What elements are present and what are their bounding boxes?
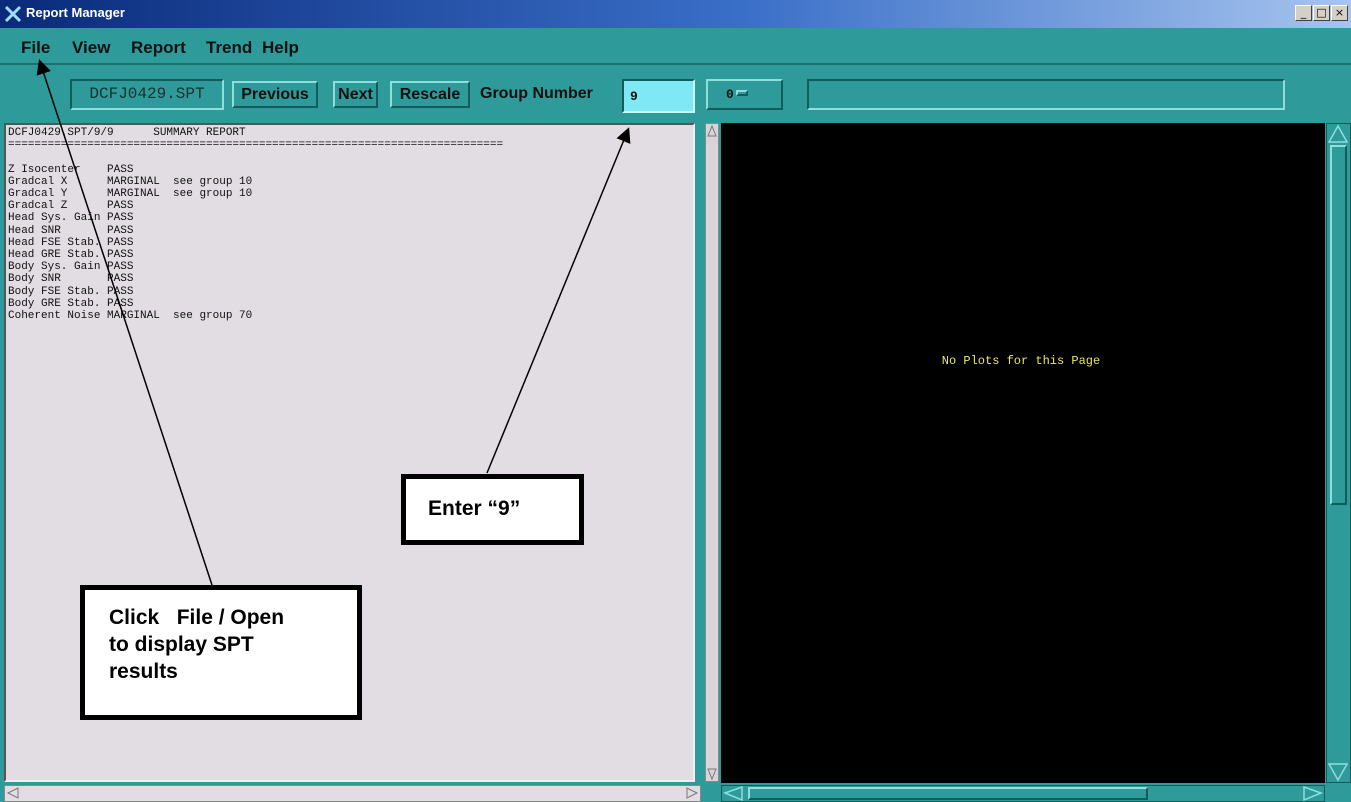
group-number-label: Group Number (480, 85, 593, 102)
report-row-status: PASS (107, 212, 174, 225)
report-row: Gradcal Y MARGINAL see group 10 (8, 188, 252, 200)
plot-canvas (721, 123, 1325, 783)
plot-vertical-scroll-thumb[interactable] (1330, 145, 1347, 505)
title-bar[interactable] (0, 0, 1351, 28)
callout-line: Click File / Open (109, 606, 285, 629)
maximize-button[interactable]: □ (1313, 5, 1330, 21)
report-rule: ========================================… (8, 139, 504, 152)
report-row-name: Gradcal X (8, 175, 108, 188)
callout-line: to display SPT (109, 633, 254, 656)
report-row-status: PASS (107, 261, 174, 274)
report-row-name: Body Sys. Gain (8, 261, 108, 274)
minimize-button[interactable]: _ (1295, 5, 1312, 21)
menu-view[interactable]: View (72, 38, 110, 58)
report-row-name: Gradcal Z (8, 200, 108, 213)
status-field (807, 79, 1285, 110)
report-row: Head GRE Stab. PASS (8, 249, 173, 261)
report-row: Gradcal Z PASS (8, 200, 173, 212)
report-row-status: MARGINAL (107, 310, 174, 323)
plot-message: No Plots for this Page (941, 354, 1101, 368)
menu-file[interactable]: File (21, 38, 50, 58)
close-button[interactable]: × (1331, 5, 1348, 21)
report-row-status: PASS (107, 236, 174, 249)
menu-trend[interactable]: Trend (206, 38, 252, 58)
option-menu-indicator-icon (736, 90, 748, 96)
scroll-arrows-icon (6, 787, 699, 799)
report-row: Body Sys. Gain PASS (8, 261, 173, 273)
report-row-name: Head Sys. Gain (8, 212, 108, 225)
menu-report[interactable]: Report (131, 38, 186, 58)
callout-enter-9: Enter “9” (401, 474, 584, 545)
report-row: Head SNR PASS (8, 225, 173, 237)
report-row-name: Coherent Noise (8, 310, 108, 323)
report-row-status: PASS (107, 273, 174, 286)
report-row-status: MARGINAL (107, 175, 174, 188)
report-row-status: PASS (107, 163, 174, 176)
report-horizontal-scrollbar[interactable] (4, 785, 701, 802)
next-button[interactable]: Next (333, 81, 378, 108)
report-row-status: MARGINAL (107, 188, 174, 201)
callout-line: results (109, 660, 178, 683)
report-row-status: PASS (107, 297, 174, 310)
report-text: DCFJ0429.SPT/9/9 SUMMARY REPORT ========… (8, 127, 503, 322)
report-row: Head Sys. Gain PASS (8, 212, 173, 224)
rescale-button[interactable]: Rescale (390, 81, 470, 108)
report-row-status: PASS (107, 224, 174, 237)
report-row: Body FSE Stab. PASS (8, 286, 173, 298)
report-row-status: PASS (107, 249, 174, 262)
report-row: Body SNR PASS (8, 273, 173, 285)
report-row-note: see group 10 (173, 175, 253, 188)
report-row-name: Head FSE Stab. (8, 236, 108, 249)
callout-file-open: Click File / Open to display SPT results (80, 585, 362, 720)
previous-button[interactable]: Previous (232, 81, 318, 108)
divider-arrows-icon (707, 124, 717, 781)
report-row-name: Head SNR (8, 224, 108, 237)
report-row-name: Body FSE Stab. (8, 285, 108, 298)
report-row: Head FSE Stab. PASS (8, 237, 173, 249)
report-row-name: Body GRE Stab. (8, 297, 108, 310)
report-row-status: PASS (107, 285, 174, 298)
report-row-note: see group 70 (173, 310, 253, 323)
report-row: Body GRE Stab. PASS (8, 298, 173, 310)
report-row: Z Isocenter PASS (8, 164, 173, 176)
report-row: Coherent Noise MARGINAL see group 70 (8, 310, 252, 322)
pane-divider-scrollbar[interactable] (705, 123, 719, 782)
report-row-name: Z Isocenter (8, 163, 108, 176)
report-header: DCFJ0429.SPT/9/9 SUMMARY REPORT (8, 127, 246, 139)
report-row: Gradcal X MARGINAL see group 10 (8, 176, 252, 188)
plot-horizontal-scroll-thumb[interactable] (748, 787, 1148, 800)
report-row-name: Gradcal Y (8, 188, 108, 201)
menu-help[interactable]: Help (262, 38, 299, 58)
report-row-status: PASS (107, 200, 174, 213)
group-number-input[interactable]: 9 (622, 79, 695, 113)
app-x-icon (4, 5, 22, 23)
file-name-field: DCFJ0429.SPT (70, 79, 224, 110)
window-title: Report Manager (26, 5, 125, 20)
report-row-note: see group 10 (173, 188, 253, 201)
menu-bar (0, 28, 1351, 65)
report-row-name: Body SNR (8, 273, 108, 286)
report-row-name: Head GRE Stab. (8, 249, 108, 262)
